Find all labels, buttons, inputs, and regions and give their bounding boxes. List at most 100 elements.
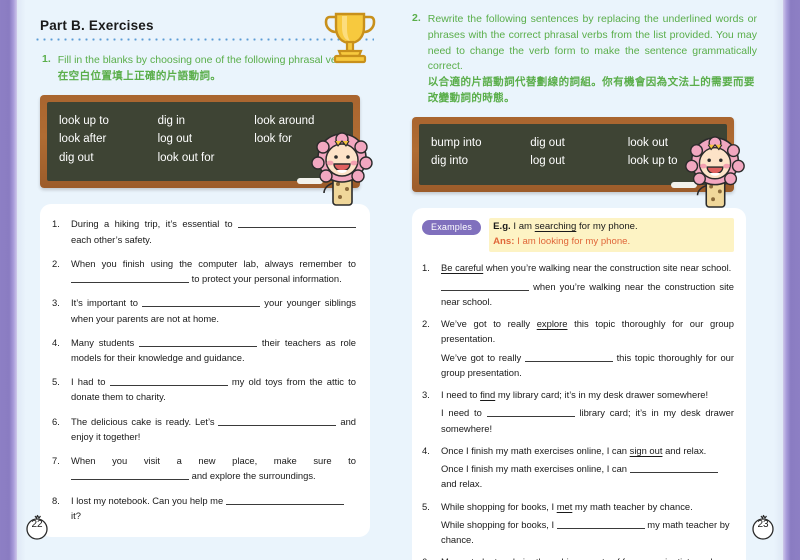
question-number: 3.: [422, 389, 430, 401]
page-edge-left: [17, 0, 26, 560]
questions-card-right: Examples E.g. I am searching for my phon…: [412, 207, 746, 560]
orig-before: I need to: [441, 389, 481, 401]
instruction-english: Rewrite the following sentences by repla…: [427, 13, 757, 73]
answer-blank[interactable]: [556, 519, 645, 529]
answer-blank[interactable]: [238, 218, 356, 229]
examples-block: Examples E.g. I am searching for my phon…: [422, 217, 734, 253]
page-number-left: 22: [31, 519, 43, 530]
orig-after: and relax.: [662, 444, 707, 456]
ans-before: We’ve got to really: [441, 351, 525, 363]
question-item: 5. I had to my old toys from the attic t…: [52, 374, 356, 404]
word-bank-left: look up to dig in look around look after…: [40, 94, 373, 207]
eg-after: for my phone.: [576, 220, 638, 232]
word-bank-item: log out: [530, 155, 565, 168]
answer-blank[interactable]: [225, 495, 344, 505]
orig-after: my math teacher by chance.: [572, 500, 693, 512]
answer-blank[interactable]: [139, 337, 257, 347]
page-number-right: 23: [757, 519, 769, 530]
answer-blank[interactable]: [71, 273, 189, 284]
page-number-badge-left: 22: [22, 512, 52, 542]
question-item: 1. Be careful when you’re walking near t…: [422, 260, 734, 309]
questions-card-left: 1. During a hiking trip, it’s essential …: [40, 204, 370, 538]
question-answer-line: We’ve got to really this topic thoroughl…: [441, 350, 734, 380]
question-item: 2. We’ve got to really explore this topi…: [422, 316, 734, 380]
question-answer-line: Once I finish my math exercises online, …: [441, 461, 734, 491]
question-number: 8.: [52, 494, 60, 506]
ans-text: I am looking for my phone.: [514, 235, 631, 247]
question-item: 5. While shopping for books, I met my ma…: [422, 499, 734, 548]
question-text: When you finish using the computer lab, …: [71, 256, 356, 286]
eg-before: I am: [510, 220, 535, 232]
answer-blank[interactable]: [524, 352, 613, 362]
question-text: The delicious cake is ready. Let’s and e…: [71, 414, 356, 444]
answer-blank[interactable]: [109, 376, 228, 387]
question-answer-line: I need to library card; it’s in my desk …: [441, 405, 734, 435]
question-before: The delicious cake is ready. Let’s: [71, 415, 219, 427]
examples-badge: Examples: [422, 219, 482, 235]
question-number: 6.: [52, 415, 60, 427]
orig-underlined: find: [480, 389, 496, 401]
lion-mascot-icon: [680, 131, 750, 216]
word-bank-item: dig into: [431, 155, 469, 168]
question-item: 2. When you finish using the computer la…: [52, 256, 356, 286]
answer-blank[interactable]: [486, 407, 575, 418]
word-bank-item: dig out: [530, 136, 565, 149]
ans-before: While shopping for books, I: [441, 518, 557, 530]
question-item: 3. It’s important to your younger siblin…: [52, 295, 356, 325]
exercise-number: 1.: [42, 53, 51, 65]
question-original: Once I finish my math exercises online, …: [441, 443, 734, 458]
answer-blank[interactable]: [441, 281, 529, 291]
word-bank-item: look after: [59, 133, 107, 146]
question-original: While shopping for books, I met my math …: [441, 499, 734, 514]
orig-before: Once I finish my math exercises online, …: [441, 444, 630, 456]
answer-blank[interactable]: [142, 297, 261, 308]
example-question: E.g. I am searching for my phone.: [493, 220, 728, 235]
question-after: each other’s safety.: [71, 233, 152, 245]
question-before: I lost my notebook. Can you help me: [71, 494, 226, 506]
question-text: When you visit a new place, make sure to…: [71, 453, 356, 483]
question-text: Many students their teachers as role mod…: [71, 335, 356, 365]
word-bank-right: bump into dig out look out dig into log …: [412, 116, 745, 208]
question-answer-line: While shopping for books, I my math teac…: [441, 517, 734, 547]
question-before: When you finish using the computer lab, …: [71, 257, 356, 269]
question-number: 7.: [52, 455, 60, 467]
ans-before: I need to: [441, 407, 487, 419]
question-original: We’ve got to really explore this topic t…: [441, 316, 734, 346]
word-bank-item: dig in: [157, 114, 186, 127]
orig-before: Many students: [441, 556, 505, 560]
left-page: Part B. Exercises 1. Fill in the blanks …: [0, 0, 400, 560]
question-original: Be careful when you’re walking near the …: [441, 260, 734, 275]
instruction-english: Fill in the blanks by choosing one of th…: [57, 54, 355, 66]
lion-mascot-icon: [306, 127, 378, 214]
eg-underlined: searching: [534, 220, 577, 232]
question-before: During a hiking trip, it’s essential to: [71, 218, 238, 230]
word-bank-item: dig out: [59, 151, 94, 164]
word-bank-item: log out: [157, 133, 193, 146]
answer-blank[interactable]: [71, 470, 189, 481]
question-before: It’s important to: [71, 297, 143, 309]
answer-blank[interactable]: [218, 416, 337, 426]
instruction-chinese: 在空白位置填上正確的片語動詞。: [57, 69, 222, 82]
answer-blank[interactable]: [629, 463, 718, 474]
question-answer-line: when you’re walking near the constructio…: [441, 279, 734, 309]
orig-before: While shopping for books, I: [441, 500, 557, 512]
orig-before: We’ve got to really: [441, 318, 537, 330]
examples-content: E.g. I am searching for my phone. Ans: I…: [489, 217, 734, 253]
instruction-chinese: 以合適的片語動詞代替劃線的詞組。你有機會因為文法上的需要而要改變動詞的時態。: [427, 76, 755, 104]
question-number: 5.: [52, 376, 60, 388]
question-item: 3. I need to find my library card; it’s …: [422, 387, 734, 436]
question-number: 5.: [422, 500, 430, 512]
question-text: I had to my old toys from the attic to d…: [71, 374, 356, 404]
trophy-icon: [322, 8, 378, 71]
question-after: and explore the surroundings.: [189, 470, 316, 482]
question-item: 4. Once I finish my math exercises onlin…: [422, 443, 734, 492]
ans-before: Once I finish my math exercises online, …: [441, 463, 630, 475]
question-number: 1.: [52, 218, 60, 230]
word-bank-item: bump into: [431, 136, 482, 149]
question-original: Many students admire the achievements of…: [441, 554, 734, 560]
question-original: I need to find my library card; it’s in …: [441, 387, 734, 402]
orig-underlined: sign out: [629, 444, 663, 456]
page-edge-right: [774, 0, 783, 560]
question-number: 3.: [52, 297, 60, 309]
exercise-number: 2.: [412, 12, 421, 24]
